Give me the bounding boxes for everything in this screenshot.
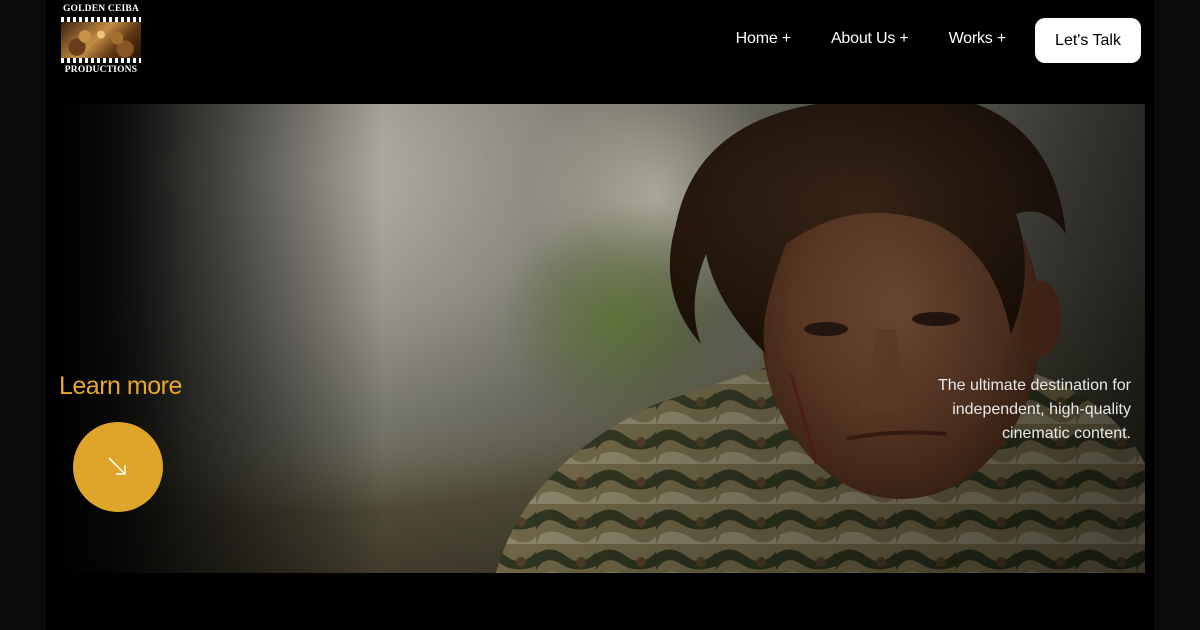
ceiba-tree-film-icon [61, 17, 141, 63]
arrow-down-right-icon [108, 457, 126, 475]
tagline-line: The ultimate destination for [938, 377, 1131, 394]
tagline-line: cinematic content. [1002, 425, 1131, 442]
nav-item-home[interactable]: Home + [736, 30, 791, 48]
tagline-line: independent, high-quality [952, 401, 1131, 418]
main-nav: Home + About Us + Works + [696, 30, 1007, 48]
logo-line-2: PRODUCTIONS [64, 65, 138, 75]
brand-logo[interactable]: GOLDEN CEIBA PRODUCTIONS [59, 4, 143, 78]
logo-line-1: GOLDEN CEIBA [62, 4, 140, 14]
nav-item-about-us[interactable]: About Us + [831, 30, 909, 48]
hero-banner: Learn more The ultimate destination for … [56, 104, 1145, 573]
page: GOLDEN CEIBA PRODUCTIONS Home + About Us… [46, 0, 1154, 630]
hero-tagline: The ultimate destination for independent… [911, 374, 1131, 446]
learn-more-heading[interactable]: Learn more [59, 372, 182, 401]
scroll-down-button[interactable] [73, 422, 163, 512]
lets-talk-button[interactable]: Let's Talk [1035, 18, 1141, 63]
nav-item-works[interactable]: Works + [949, 30, 1007, 48]
